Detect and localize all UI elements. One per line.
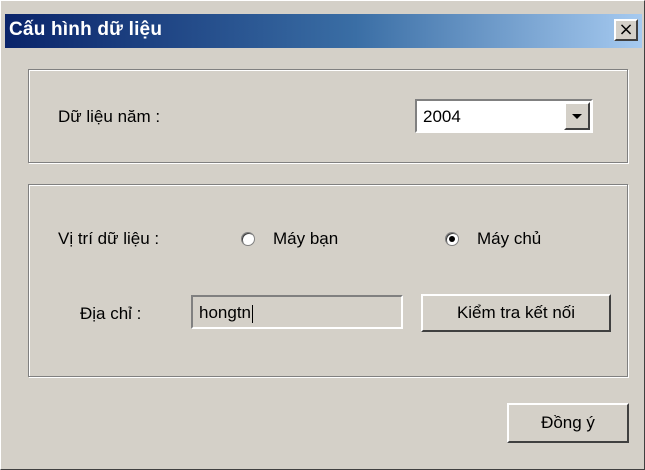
location-groupbox	[28, 184, 628, 377]
radio-selected-dot	[449, 236, 455, 242]
chevron-down-icon	[572, 113, 582, 119]
radio-client-machine[interactable]	[241, 232, 255, 246]
ok-button[interactable]: Đồng ý	[507, 403, 629, 443]
text-caret	[252, 304, 253, 323]
address-input[interactable]: hongtn	[191, 295, 403, 329]
dropdown-button[interactable]	[564, 102, 590, 130]
close-icon: ×	[618, 19, 634, 40]
radio-client-machine-label[interactable]: Máy bạn	[273, 229, 338, 249]
address-value: hongtn	[199, 303, 251, 322]
location-label: Vị trí dữ liệu :	[58, 229, 160, 248]
config-dialog: Cấu hình dữ liệu × Dữ liệu năm : 2004 Vị…	[0, 0, 645, 470]
radio-server-machine-label[interactable]: Máy chủ	[477, 229, 541, 249]
year-label: Dữ liệu năm :	[58, 107, 161, 126]
title-bar[interactable]: Cấu hình dữ liệu ×	[5, 14, 642, 48]
test-connection-button[interactable]: Kiểm tra kết nối	[421, 294, 611, 332]
year-select-value: 2004	[423, 107, 461, 126]
dialog-title: Cấu hình dữ liệu	[9, 19, 163, 40]
year-select[interactable]: 2004	[415, 99, 593, 133]
close-button[interactable]: ×	[614, 19, 638, 41]
radio-server-machine[interactable]	[445, 232, 459, 246]
address-label: Địa chỉ :	[80, 304, 142, 323]
